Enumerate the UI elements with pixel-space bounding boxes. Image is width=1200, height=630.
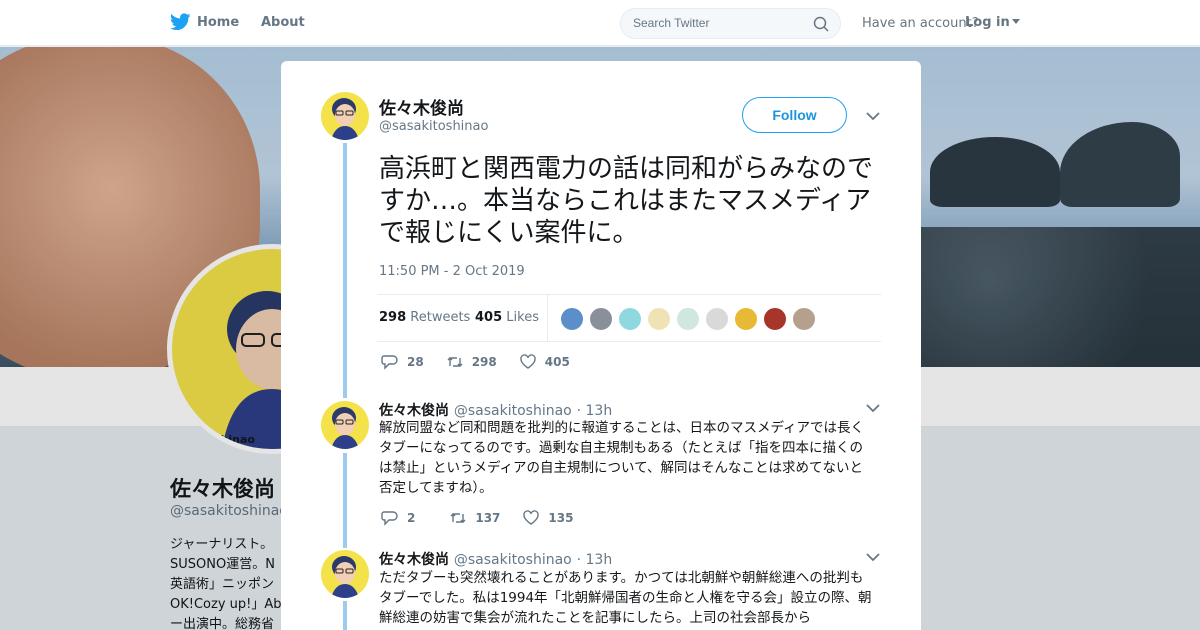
avatar-illustration	[331, 556, 359, 598]
likes-count: 405	[475, 310, 503, 325]
reply-author-header: 佐々木俊尚 @sasakitoshinao · 13h	[379, 549, 612, 569]
reply-author-header: 佐々木俊尚 @sasakitoshinao · 13h	[379, 400, 612, 420]
tweet-text: 高浜町と関西電力の話は同和がらみなのですか…。本当ならこれはまたマスメディアで報…	[379, 154, 874, 248]
tweet-timestamp[interactable]: 11:50 PM - 2 Oct 2019	[379, 264, 525, 279]
reply-author-handle[interactable]: @sasakitoshinao	[454, 552, 572, 568]
retweets-count: 298	[379, 310, 407, 325]
reply-author-avatar[interactable]	[321, 550, 369, 598]
reply-text: 解放同盟など同和問題を批判的に報道することは、日本のマスメディアでは長くタブーに…	[379, 420, 865, 496]
reply-icon	[381, 511, 398, 526]
liker-avatar[interactable]	[705, 307, 729, 331]
thread-line	[343, 453, 347, 548]
reply-author-avatar[interactable]	[321, 401, 369, 449]
like-action[interactable]: 135	[522, 510, 573, 526]
chevron-down-icon[interactable]	[866, 553, 880, 562]
reply-time[interactable]: · 13h	[577, 403, 613, 419]
heart-icon	[520, 354, 536, 369]
close-icon[interactable]	[1155, 13, 1177, 35]
reply-time[interactable]: · 13h	[577, 552, 613, 568]
search-icon[interactable]	[813, 16, 829, 32]
search-box[interactable]	[620, 8, 841, 39]
liker-avatar[interactable]	[792, 307, 816, 331]
have-account-text: Have an account?	[862, 16, 979, 31]
thread-line	[343, 601, 347, 630]
avatar-illustration	[331, 98, 359, 140]
retweet-count: 137	[475, 511, 501, 525]
twitter-bird-icon	[170, 13, 191, 31]
reply-count: 2	[407, 511, 416, 525]
login-dropdown[interactable]: Log in	[965, 15, 1020, 30]
tweet-actions: 28 298 405	[381, 354, 592, 370]
chevron-down-icon[interactable]	[866, 112, 880, 121]
liker-avatar[interactable]	[734, 307, 758, 331]
reply-text: ただタブーも突然壊れることがあります。かつては北朝鮮や朝鮮総連への批判もタブーで…	[379, 570, 872, 626]
liker-avatar[interactable]	[560, 307, 584, 331]
caret-down-icon	[1011, 19, 1020, 24]
stats-divider	[547, 295, 548, 341]
reply-author-name[interactable]: 佐々木俊尚	[379, 403, 449, 419]
tweet-modal: 佐々木俊尚 @sasakitoshinao Follow 高浜町と関西電力の話は…	[281, 61, 921, 630]
reply-action[interactable]: 28	[381, 354, 424, 370]
author-handle[interactable]: @sasakitoshinao	[379, 119, 488, 134]
reply-icon	[381, 355, 398, 370]
like-count: 405	[544, 355, 570, 369]
nav-about-link[interactable]: About	[261, 15, 305, 30]
top-navigation-bar: Home About Have an account? Log in	[0, 0, 1200, 46]
nav-home-link[interactable]: Home	[170, 13, 239, 31]
thread-line	[343, 143, 347, 398]
likes-stat[interactable]: 405 Likes	[475, 310, 539, 325]
login-label: Log in	[965, 15, 1010, 30]
like-action[interactable]: 405	[519, 354, 570, 370]
retweets-stat[interactable]: 298 Retweets	[379, 310, 470, 325]
retweet-action[interactable]: 298	[446, 354, 497, 370]
liker-avatar[interactable]	[647, 307, 671, 331]
reply-actions: 2 137 135	[381, 510, 595, 526]
reply-author-name[interactable]: 佐々木俊尚	[379, 552, 449, 568]
heart-icon	[523, 510, 540, 525]
author-avatar[interactable]	[321, 92, 369, 140]
author-name[interactable]: 佐々木俊尚	[379, 94, 464, 119]
retweet-count: 298	[471, 355, 497, 369]
like-count: 135	[548, 511, 574, 525]
search-input[interactable]	[633, 16, 803, 30]
liker-avatar[interactable]	[589, 307, 613, 331]
chevron-down-icon[interactable]	[866, 404, 880, 413]
follow-button[interactable]: Follow	[742, 97, 847, 133]
reply-count: 28	[407, 355, 424, 369]
tweet-stats: 298 Retweets 405 Likes	[377, 294, 881, 342]
liker-avatar[interactable]	[676, 307, 700, 331]
liker-avatar[interactable]	[618, 307, 642, 331]
reply-author-handle[interactable]: @sasakitoshinao	[454, 403, 572, 419]
retweets-label: Retweets	[410, 310, 471, 325]
retweet-action[interactable]: 137	[449, 510, 500, 526]
nav-home-label: Home	[197, 14, 240, 30]
liker-avatar[interactable]	[763, 307, 787, 331]
retweet-icon	[450, 513, 466, 523]
likes-label: Likes	[506, 310, 539, 325]
retweet-icon	[447, 357, 463, 367]
reply-action[interactable]: 2	[381, 510, 415, 526]
avatar-illustration	[331, 407, 359, 449]
